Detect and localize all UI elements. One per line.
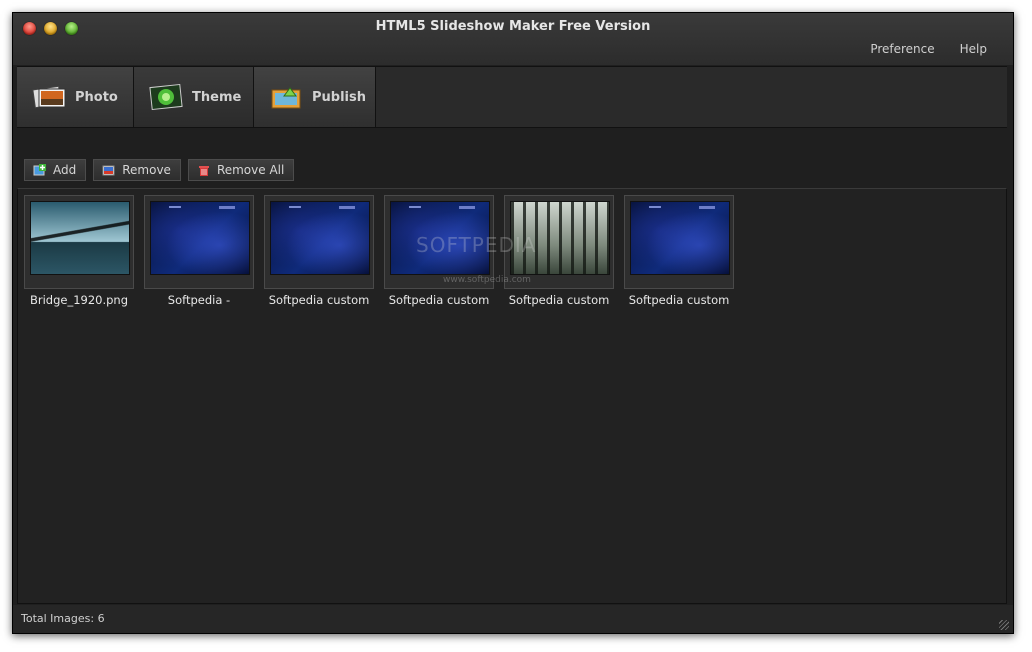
thumbnail-image [630,201,730,275]
tab-publish[interactable]: Publish [254,67,376,127]
tab-publish-label: Publish [312,89,366,105]
add-button[interactable]: Add [24,159,87,181]
remove-image-icon [102,163,116,177]
menu-bar: Preference Help [870,42,987,56]
photo-toolbar: Add Remove Remove All [24,159,295,181]
menu-help[interactable]: Help [960,42,987,56]
image-caption: Softpedia custom [508,293,610,307]
thumbnail-image [30,201,130,275]
image-thumbnail[interactable] [144,195,254,289]
tab-theme-label: Theme [192,89,242,105]
publish-icon [268,82,306,112]
window-title: HTML5 Slideshow Maker Free Version [375,19,651,34]
thumbnail-image [270,201,370,275]
thumbnail-image [150,201,250,275]
photo-stack-icon [31,82,69,112]
title-bar[interactable]: HTML5 Slideshow Maker Free Version Prefe… [13,13,1013,65]
main-tab-bar: Photo Theme Publish [17,66,1007,128]
status-bar: Total Images: 6 [13,605,1013,633]
image-caption: Bridge_1920.png [29,293,129,307]
remove-all-button-label: Remove All [216,163,285,177]
image-thumbnail[interactable] [24,195,134,289]
trash-icon [197,163,211,177]
theme-icon [148,82,186,112]
add-image-icon [33,163,47,177]
watermark: SOFTPEDIA [416,233,537,257]
remove-button-label: Remove [122,163,171,177]
add-button-label: Add [53,163,77,177]
resize-grip-icon[interactable] [999,620,1009,630]
tab-photo-label: Photo [75,89,118,105]
image-caption: Softpedia - [167,293,231,307]
image-caption: Softpedia custom [628,293,730,307]
image-thumbnail[interactable] [624,195,734,289]
remove-all-button[interactable]: Remove All [187,159,295,181]
tab-theme[interactable]: Theme [134,67,254,127]
menu-preference[interactable]: Preference [870,42,934,56]
watermark-url: www.softpedia.com [443,275,531,285]
image-caption: Softpedia custom [268,293,370,307]
image-thumbnail[interactable] [264,195,374,289]
total-images-status: Total Images: 6 [21,612,105,625]
image-caption: Softpedia custom [388,293,490,307]
app-window: HTML5 Slideshow Maker Free Version Prefe… [12,12,1014,634]
tab-photo[interactable]: Photo [17,67,134,127]
remove-button[interactable]: Remove [93,159,181,181]
